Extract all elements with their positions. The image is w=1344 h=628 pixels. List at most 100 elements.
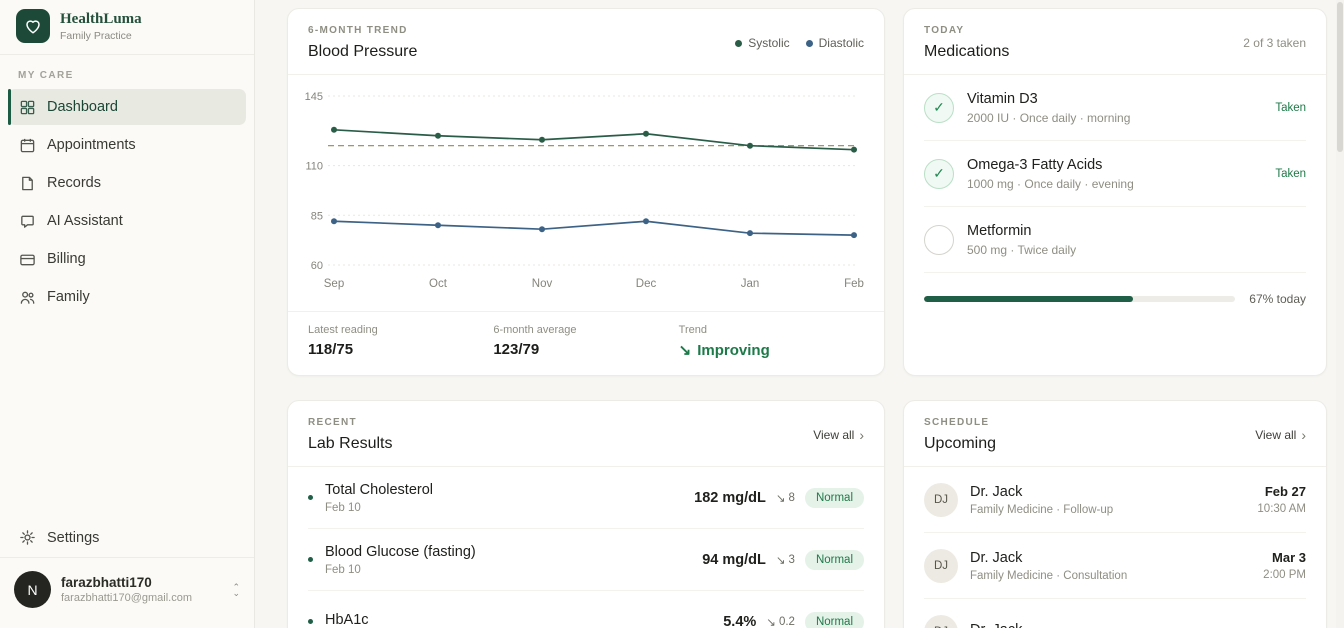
credit-card-icon xyxy=(19,251,36,268)
status-badge: Normal xyxy=(805,612,864,628)
bp-chart: 1451108560SepOctNovDecJanFeb xyxy=(288,75,884,295)
lab-value: 182 mg/dL xyxy=(694,490,766,506)
bp-title: Blood Pressure xyxy=(308,43,417,61)
sidebar-section-label: MY CARE xyxy=(18,70,236,81)
appointment-row[interactable]: DJ Dr. Jack Family Medicine · Consultati… xyxy=(924,533,1306,599)
sidebar-item-label: Records xyxy=(47,175,101,191)
stat-trend: Trend ↘ Improving xyxy=(679,324,864,359)
medication-row[interactable]: ✓ Vitamin D3 2000 IU · Once daily · morn… xyxy=(924,75,1306,141)
user-email: farazbhatti170@gmail.com xyxy=(61,592,192,604)
svg-text:Nov: Nov xyxy=(532,278,553,290)
svg-text:110: 110 xyxy=(305,161,323,173)
sidebar-item-records[interactable]: Records xyxy=(8,165,246,201)
bullet-icon xyxy=(308,619,313,624)
stat-label: Trend xyxy=(679,324,864,336)
brand: HealthLuma Family Practice xyxy=(0,0,254,55)
lab-delta-value: 3 xyxy=(789,554,795,566)
appointment-detail: Family Medicine · Consultation xyxy=(970,570,1127,582)
appointment-time: 10:30 AM xyxy=(1257,503,1306,515)
labs-eyebrow: RECENT xyxy=(308,417,393,428)
medication-check-circle[interactable]: ✓ xyxy=(924,159,954,189)
lab-name: Total Cholesterol xyxy=(325,482,433,498)
labs-header: RECENT Lab Results View all › xyxy=(288,401,884,467)
medication-detail: 2000 IU · Once daily · morning xyxy=(967,111,1130,125)
user-name: farazbhatti170 xyxy=(61,575,192,590)
stat-average: 6-month average 123/79 xyxy=(493,324,678,359)
heart-icon xyxy=(24,17,42,35)
svg-text:Oct: Oct xyxy=(429,278,448,290)
user-menu[interactable]: N farazbhatti170 farazbhatti170@gmail.co… xyxy=(0,557,254,628)
bp-stats: Latest reading 118/75 6-month average 12… xyxy=(288,311,884,375)
medications-card: TODAY Medications 2 of 3 taken ✓ Vitamin… xyxy=(903,8,1327,376)
medication-check-circle[interactable]: ✓ xyxy=(924,225,954,255)
schedule-eyebrow: SCHEDULE xyxy=(924,417,996,428)
sidebar-item-dashboard[interactable]: Dashboard xyxy=(8,89,246,125)
legend-dot xyxy=(735,40,742,47)
sidebar-item-settings[interactable]: Settings xyxy=(0,518,254,557)
medication-row[interactable]: ✓ Omega-3 Fatty Acids 1000 mg · Once dai… xyxy=(924,141,1306,207)
lab-delta: ↘8 xyxy=(776,491,795,505)
trend-text: Improving xyxy=(697,342,770,359)
doctor-avatar: DJ xyxy=(924,615,958,628)
chat-icon xyxy=(19,213,36,230)
labs-view-all-link[interactable]: View all › xyxy=(813,427,864,443)
labs-title: Lab Results xyxy=(308,435,393,453)
brand-name: HealthLuma xyxy=(60,11,142,28)
sidebar-item-billing[interactable]: Billing xyxy=(8,241,246,277)
legend-item-diastolic: Diastolic xyxy=(806,36,864,50)
brand-tagline: Family Practice xyxy=(60,30,142,42)
svg-text:Sep: Sep xyxy=(324,278,344,290)
active-indicator xyxy=(8,89,11,125)
sidebar-item-label: Dashboard xyxy=(47,99,118,115)
chevron-down-icon: ⌄ xyxy=(232,590,240,596)
lab-results-card: RECENT Lab Results View all › Total Chol… xyxy=(287,400,885,628)
medications-summary: 2 of 3 taken xyxy=(1243,36,1306,50)
medication-check-circle[interactable]: ✓ xyxy=(924,93,954,123)
svg-text:Jan: Jan xyxy=(741,278,760,290)
progress-label: 67% today xyxy=(1249,292,1306,306)
svg-text:Dec: Dec xyxy=(636,278,657,290)
schedule-view-all-link[interactable]: View all › xyxy=(1255,427,1306,443)
lab-row[interactable]: HbA1c 5.4% ↘0.2 Normal xyxy=(308,591,864,628)
appointment-row[interactable]: DJ Dr. Jack xyxy=(924,599,1306,628)
sidebar-item-ai-assistant[interactable]: AI Assistant xyxy=(8,203,246,239)
lab-name: HbA1c xyxy=(325,612,369,628)
lab-row[interactable]: Total Cholesterol Feb 10 182 mg/dL ↘8 No… xyxy=(308,467,864,529)
legend-dot xyxy=(806,40,813,47)
trend-down-icon: ↘ xyxy=(679,341,692,359)
chevron-updown-icon: ⌃ ⌄ xyxy=(232,584,240,596)
scrollbar-thumb[interactable] xyxy=(1337,2,1343,152)
view-all-label: View all xyxy=(813,428,854,442)
appointment-date: Feb 27 xyxy=(1257,484,1306,499)
stat-latest-reading: Latest reading 118/75 xyxy=(308,324,493,359)
sidebar-item-label: Billing xyxy=(47,251,86,267)
stat-label: 6-month average xyxy=(493,324,678,336)
stat-value: ↘ Improving xyxy=(679,341,864,359)
svg-text:60: 60 xyxy=(311,260,323,272)
doctor-name: Dr. Jack xyxy=(970,622,1022,628)
medication-row[interactable]: ✓ Metformin 500 mg · Twice daily xyxy=(924,207,1306,273)
medication-progress: 67% today xyxy=(924,292,1306,306)
lab-name: Blood Glucose (fasting) xyxy=(325,544,476,560)
sidebar-nav: Dashboard Appointments Records AI Assist… xyxy=(0,89,254,315)
check-icon: ✓ xyxy=(933,165,945,182)
chart-legend: Systolic Diastolic xyxy=(735,36,864,50)
medications-title: Medications xyxy=(924,43,1009,61)
bullet-icon xyxy=(308,495,313,500)
doctor-avatar: DJ xyxy=(924,483,958,517)
appointment-row[interactable]: DJ Dr. Jack Family Medicine · Follow-up … xyxy=(924,467,1306,533)
sidebar-item-family[interactable]: Family xyxy=(8,279,246,315)
medication-status: Taken xyxy=(1275,102,1306,114)
appointment-time: 2:00 PM xyxy=(1263,569,1306,581)
medication-detail: 1000 mg · Once daily · evening xyxy=(967,177,1134,191)
bullet-icon xyxy=(308,557,313,562)
lab-row[interactable]: Blood Glucose (fasting) Feb 10 94 mg/dL … xyxy=(308,529,864,591)
sidebar-item-label: Family xyxy=(47,289,90,305)
appointment-detail: Family Medicine · Follow-up xyxy=(970,504,1113,516)
medication-name: Omega-3 Fatty Acids xyxy=(967,157,1134,173)
appointment-date: Mar 3 xyxy=(1263,550,1306,565)
medications-eyebrow: TODAY xyxy=(924,25,1009,36)
scrollbar[interactable] xyxy=(1336,0,1344,628)
sidebar-item-appointments[interactable]: Appointments xyxy=(8,127,246,163)
user-meta: farazbhatti170 farazbhatti170@gmail.com xyxy=(61,575,192,604)
